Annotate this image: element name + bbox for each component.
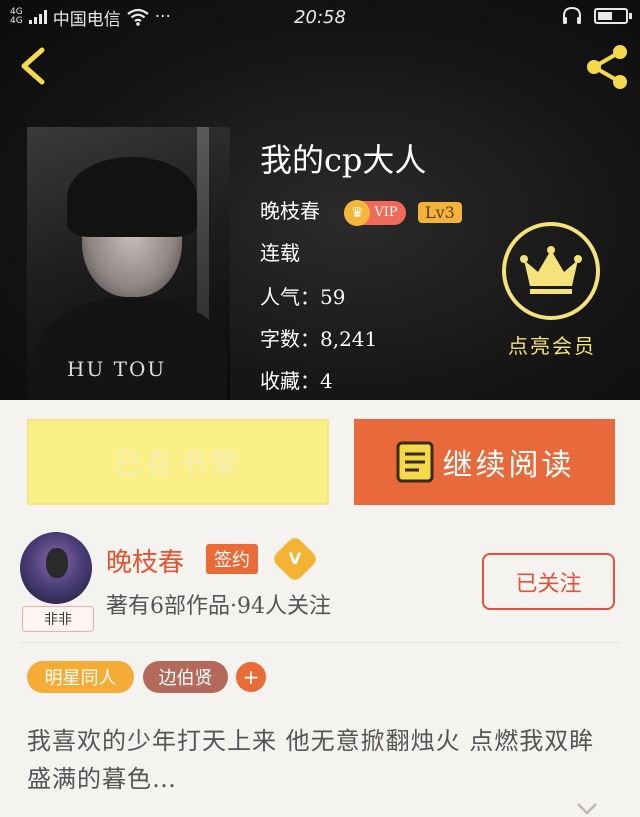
avatar-badge: 非非 xyxy=(22,606,94,632)
divider xyxy=(20,642,620,643)
book-icon xyxy=(396,441,433,483)
author-card-name[interactable]: 晚枝春 xyxy=(106,542,184,579)
word-count-row: 字数：8,241 xyxy=(260,327,378,351)
popularity-row: 人气：59 xyxy=(260,285,346,309)
signed-badge: 签约 xyxy=(206,544,258,574)
clock: 20:58 xyxy=(294,6,346,28)
favorites-row: 收藏：4 xyxy=(260,369,333,393)
book-cover: HU TOU xyxy=(27,127,230,400)
book-status: 连载 xyxy=(260,241,300,265)
vip-badge: ♛ VIP xyxy=(344,199,406,226)
member-button[interactable] xyxy=(502,222,600,320)
book-title: 我的cp大人 xyxy=(260,141,427,179)
book-info: 我的cp大人 晚枝春 ♛ VIP Lv3 连载 人气：59 字数：8,241 收藏… xyxy=(260,135,462,393)
following-button[interactable]: 已关注 xyxy=(482,553,615,610)
member-label[interactable]: 点亮会员 xyxy=(490,330,614,359)
back-arrow-icon[interactable] xyxy=(14,44,54,88)
chevron-down-icon[interactable] xyxy=(576,800,598,817)
author-avatar[interactable] xyxy=(20,532,92,604)
battery-icon xyxy=(594,8,632,24)
tag-chip[interactable]: 明星同人 xyxy=(27,661,134,693)
headphones-icon xyxy=(563,7,581,24)
favorites-value: 4 xyxy=(320,369,333,393)
verified-icon: V xyxy=(270,534,320,584)
level-badge: Lv3 xyxy=(418,202,462,223)
in-bookshelf-button[interactable]: 已在书架 xyxy=(27,419,329,505)
share-icon[interactable] xyxy=(582,42,632,92)
status-bar: 4G 4G 中国电信 ··· 20:58 xyxy=(0,0,640,34)
continue-reading-button[interactable]: 继续阅读 xyxy=(354,419,615,505)
book-intro: 我喜欢的少年打天上来 他无意掀翻烛火 点燃我双眸盛满的暮色… xyxy=(27,727,595,793)
author-name: 晚枝春 xyxy=(260,199,320,223)
popularity-value: 59 xyxy=(320,285,346,309)
author-works-count: 著有6部作品·94人关注 xyxy=(106,594,331,619)
add-tag-button[interactable]: + xyxy=(236,662,266,692)
cover-shirt-text: HU TOU xyxy=(67,357,167,381)
author-row: 晚枝春 ♛ VIP Lv3 xyxy=(260,195,462,226)
crown-icon: ♛ xyxy=(344,199,371,226)
crown-icon xyxy=(520,246,582,294)
book-header: 4G 4G 中国电信 ··· 20:58 HU TOU 我的cp大人 晚枝春 ♛… xyxy=(0,0,640,400)
word-count-value: 8,241 xyxy=(320,327,378,351)
tag-chip[interactable]: 边伯贤 xyxy=(143,661,228,693)
